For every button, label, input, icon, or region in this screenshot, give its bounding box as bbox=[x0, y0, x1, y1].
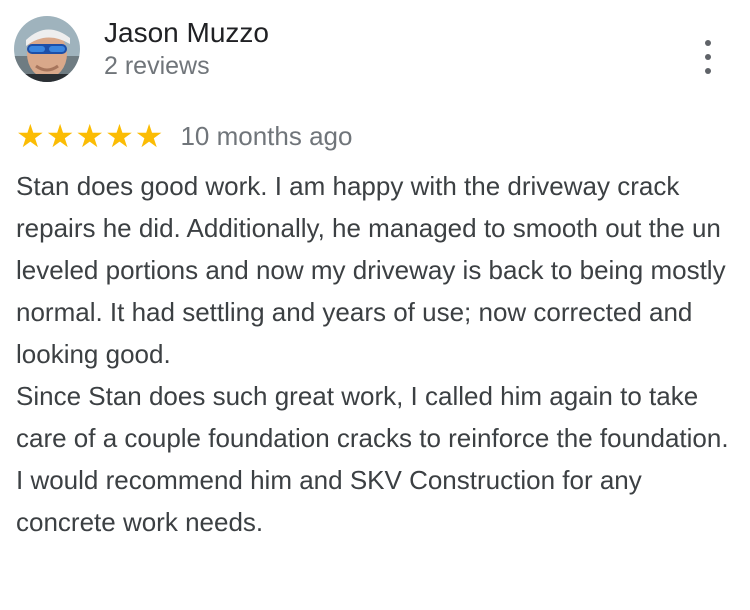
review-card: Jason Muzzo 2 reviews ★ ★ ★ ★ ★ 10 months ag… bbox=[0, 0, 750, 610]
review-header: Jason Muzzo 2 reviews bbox=[14, 16, 269, 82]
review-paragraph: I would recommend him and SKV Constructi… bbox=[16, 465, 642, 537]
review-count: 2 reviews bbox=[104, 52, 210, 80]
more-vert-icon-dot bbox=[705, 68, 711, 74]
star-rating: ★ ★ ★ ★ ★ bbox=[16, 118, 164, 154]
avatar[interactable] bbox=[14, 16, 80, 82]
review-paragraph: Stan does good work. I am happy with the… bbox=[16, 171, 726, 369]
more-vert-icon bbox=[705, 40, 711, 46]
star-icon: ★ bbox=[45, 118, 75, 154]
author-name[interactable]: Jason Muzzo bbox=[104, 16, 269, 50]
review-text: Stan does good work. I am happy with the… bbox=[16, 165, 731, 543]
more-vert-icon-dot bbox=[705, 54, 711, 60]
star-icon: ★ bbox=[105, 118, 134, 154]
star-icon: ★ bbox=[75, 118, 105, 154]
more-options-button[interactable] bbox=[696, 40, 720, 74]
star-icon: ★ bbox=[16, 118, 45, 154]
author-info: Jason Muzzo 2 reviews bbox=[104, 16, 269, 82]
rating-row: ★ ★ ★ ★ ★ 10 months ago bbox=[16, 118, 352, 154]
review-time: 10 months ago bbox=[180, 121, 353, 151]
star-icon: ★ bbox=[134, 118, 164, 154]
review-paragraph: Since Stan does such great work, I calle… bbox=[16, 381, 729, 453]
avatar-image bbox=[14, 16, 80, 82]
